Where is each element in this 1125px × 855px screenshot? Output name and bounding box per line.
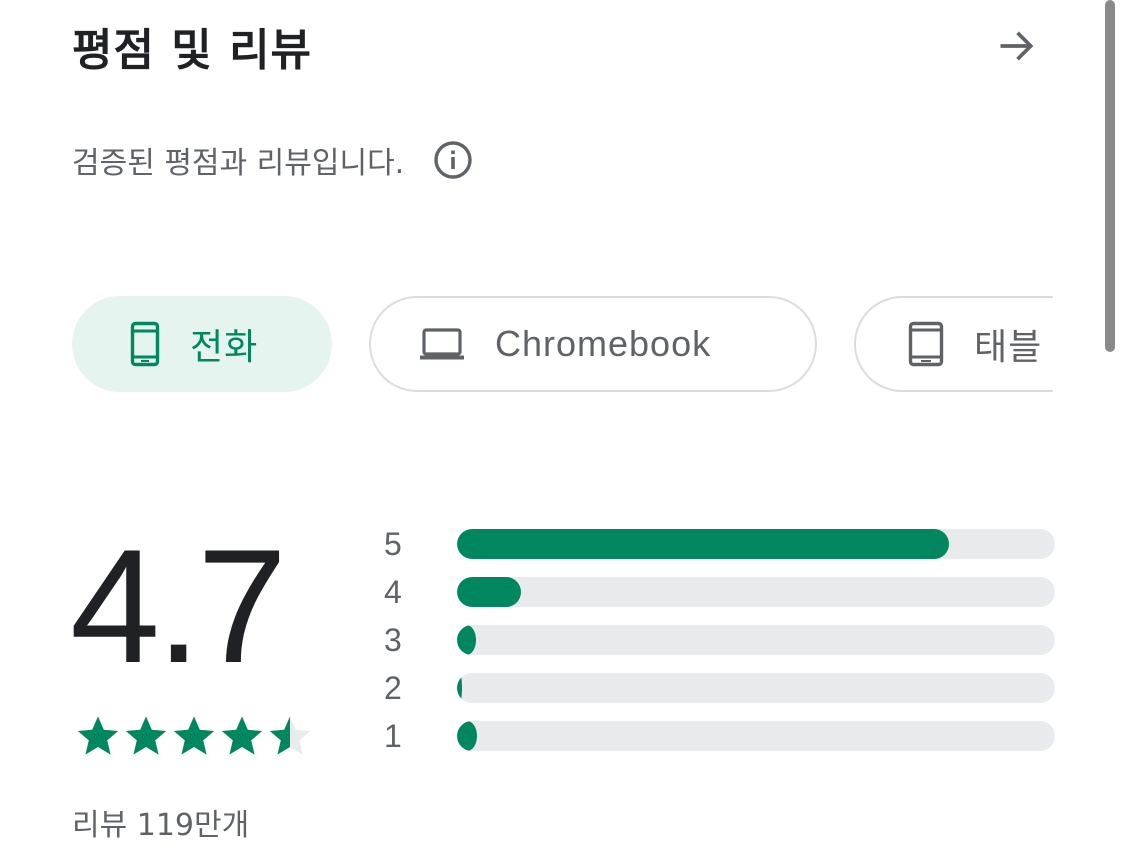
distribution-bar-fill: [456, 529, 949, 559]
distribution-bar-fill: [456, 625, 476, 655]
star-icon: [125, 716, 167, 755]
device-filter-chips: 전화 Chromebook 태블: [72, 296, 1053, 394]
ratings-reviews-page: 평점 및 리뷰 검증된 평점과 리뷰입니다. 전화 Chromebook 태블 …: [0, 0, 1125, 855]
star-icon: [221, 716, 263, 755]
distribution-bar-fill: [456, 721, 477, 751]
distribution-bar-track: [456, 673, 1055, 703]
star-icon: [77, 716, 119, 755]
see-all-reviews-button[interactable]: [988, 22, 1046, 70]
chip-tablet[interactable]: 태블: [854, 296, 1053, 392]
distribution-bar-track: [456, 721, 1055, 751]
phone-icon: [130, 321, 160, 367]
chip-tablet-label: 태블: [974, 326, 1043, 367]
average-rating: 4.7: [70, 516, 287, 697]
info-button[interactable]: [432, 139, 474, 181]
tablet-icon: [908, 321, 944, 367]
rating-distribution: 5 4 3 2 1: [380, 520, 1055, 760]
star-level-label: 2: [384, 669, 402, 706]
distribution-bar-fill: [456, 673, 463, 703]
chip-phone-label: 전화: [190, 326, 259, 367]
star-level-label: 4: [384, 573, 402, 610]
scrollbar[interactable]: [1105, 0, 1115, 352]
chip-phone[interactable]: 전화: [72, 296, 332, 392]
star-rating: [74, 712, 314, 760]
chip-chromebook[interactable]: Chromebook: [369, 296, 817, 392]
info-icon: [434, 141, 472, 179]
distribution-bar-fill: [456, 577, 521, 607]
verified-notice: 검증된 평점과 리뷰입니다.: [72, 136, 474, 184]
laptop-icon: [420, 328, 464, 360]
arrow-right-icon: [1000, 31, 1034, 61]
distribution-row: 2: [380, 664, 1055, 712]
star-level-label: 1: [384, 717, 402, 754]
distribution-row: 3: [380, 616, 1055, 664]
review-count: 리뷰 119만개: [72, 808, 250, 843]
distribution-bar-track: [456, 529, 1055, 559]
verified-text: 검증된 평점과 리뷰입니다.: [72, 146, 405, 181]
star-level-label: 3: [384, 621, 402, 658]
distribution-row: 1: [380, 712, 1055, 760]
star-icon: [173, 716, 215, 755]
star-icon: [269, 716, 311, 755]
section-title: 평점 및 리뷰: [72, 25, 313, 76]
distribution-row: 4: [380, 568, 1055, 616]
chip-chromebook-label: Chromebook: [495, 323, 712, 364]
star-level-label: 5: [384, 525, 402, 562]
distribution-bar-track: [456, 577, 1055, 607]
distribution-bar-track: [456, 625, 1055, 655]
distribution-row: 5: [380, 520, 1055, 568]
